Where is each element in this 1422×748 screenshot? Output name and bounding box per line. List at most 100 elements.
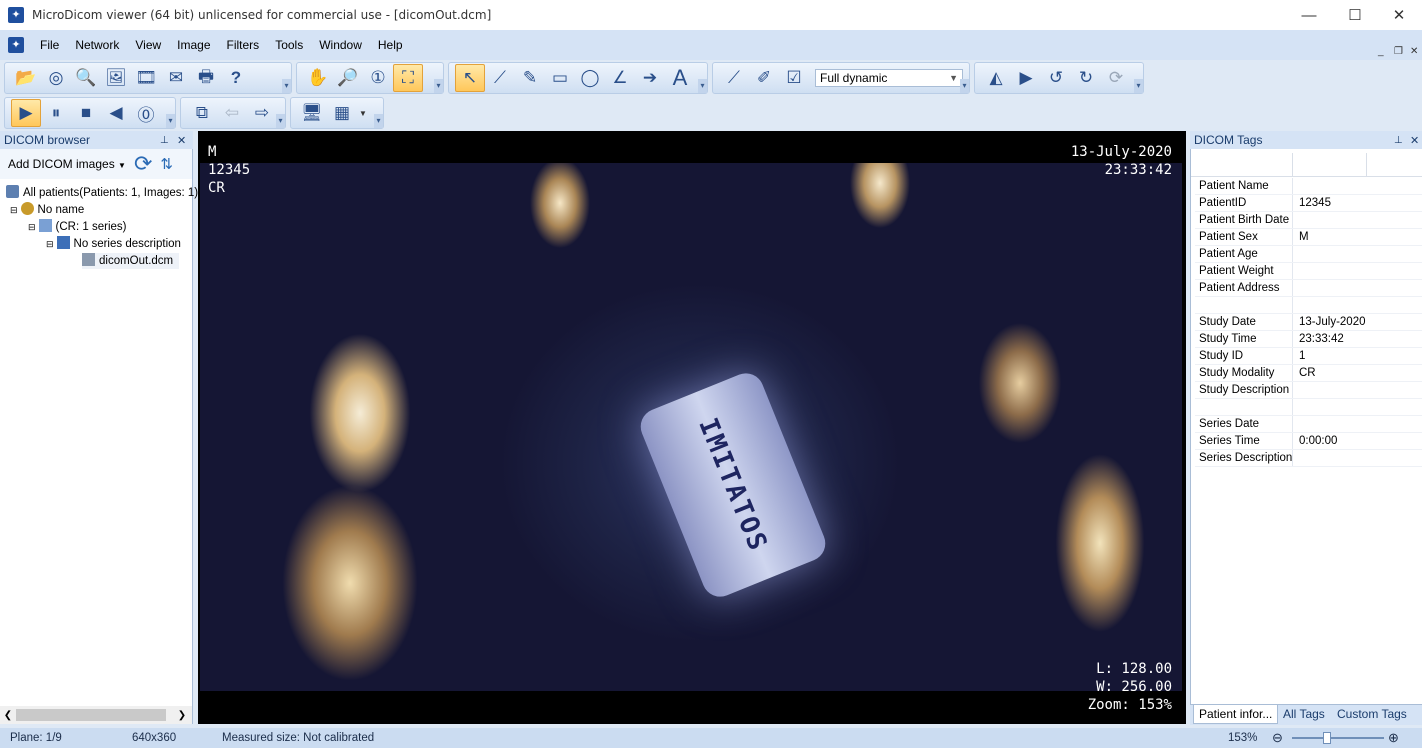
tag-row[interactable]: Study Time 23:33:42: [1195, 331, 1422, 348]
pin-icon[interactable]: ⊥: [160, 135, 169, 146]
collapse-icon[interactable]: ⊟: [10, 205, 18, 215]
window-level-select[interactable]: Full dynamic ▼: [815, 69, 963, 87]
panel-close-icon[interactable]: ✕: [177, 134, 186, 147]
layout-grid-icon[interactable]: ▦: [327, 99, 357, 127]
tag-row[interactable]: Patient Address: [1195, 280, 1422, 297]
monitor-icon[interactable]: 🖥: [297, 99, 327, 127]
zoom-actual-icon[interactable]: ①: [363, 64, 393, 92]
cd-icon[interactable]: ◎: [41, 64, 71, 92]
zoom-out-icon[interactable]: ⊖: [1272, 728, 1283, 748]
tag-row[interactable]: PatientID 12345: [1195, 195, 1422, 212]
menu-help[interactable]: Help: [370, 38, 411, 52]
minimize-button[interactable]: —: [1286, 0, 1332, 30]
rotate-right-icon[interactable]: ↻: [1071, 64, 1101, 92]
tag-row[interactable]: Patient Age: [1195, 246, 1422, 263]
tag-row[interactable]: Series Date: [1195, 416, 1422, 433]
stop-icon[interactable]: ■: [71, 99, 101, 127]
ellipse-icon[interactable]: ◯: [575, 64, 605, 92]
zoom-icon[interactable]: 🔎: [333, 64, 363, 92]
tag-row[interactable]: Study Description: [1195, 382, 1422, 399]
text-icon[interactable]: A: [665, 64, 695, 92]
toolbar-overflow-icon[interactable]: ▾: [276, 114, 285, 128]
sort-icon[interactable]: ⇅: [160, 155, 173, 173]
toolbar-overflow-icon[interactable]: ▾: [374, 114, 383, 128]
collapse-icon[interactable]: ⊟: [46, 239, 54, 249]
menu-tools[interactable]: Tools: [267, 38, 311, 52]
menu-view[interactable]: View: [127, 38, 169, 52]
toolbar-overflow-icon[interactable]: ▾: [1134, 79, 1143, 93]
tag-row[interactable]: Patient Name: [1195, 178, 1422, 195]
toolbar-overflow-icon[interactable]: ▾: [166, 114, 175, 128]
tags-column-value[interactable]: [1293, 153, 1367, 176]
collapse-icon[interactable]: ⊟: [28, 222, 36, 232]
tree-patient[interactable]: ⊟ No name: [10, 202, 84, 218]
mdi-restore-button[interactable]: ❐: [1394, 46, 1403, 57]
image-viewer[interactable]: IMITATOS M 12345 CR 13-July-2020 23:33:4…: [198, 131, 1186, 724]
tag-row[interactable]: Study Modality CR: [1195, 365, 1422, 382]
next-image-icon[interactable]: ⇨: [247, 99, 277, 127]
pan-hand-icon[interactable]: ✋: [303, 64, 333, 92]
tree-all-patients[interactable]: All patients(Patients: 1, Images: 1): [6, 185, 198, 201]
maximize-button[interactable]: ☐: [1332, 0, 1378, 30]
zoom-in-icon[interactable]: ⊕: [1388, 728, 1399, 748]
tag-row[interactable]: Series Description: [1195, 450, 1422, 467]
tree-image-file[interactable]: dicomOut.dcm: [82, 253, 180, 269]
dicom-image[interactable]: IMITATOS: [200, 163, 1182, 691]
select-arrow-icon[interactable]: ↖: [455, 64, 485, 92]
rectangle-icon[interactable]: ▭: [545, 64, 575, 92]
pen-draw-icon[interactable]: ✎: [515, 64, 545, 92]
play-reverse-icon[interactable]: ◀: [101, 99, 131, 127]
flip-vertical-icon[interactable]: ▶: [1011, 64, 1041, 92]
print-icon[interactable]: 🖶: [191, 64, 221, 92]
tab-custom-tags[interactable]: Custom Tags: [1332, 705, 1412, 724]
mdi-minimize-button[interactable]: _: [1378, 46, 1384, 57]
layout-dropdown-icon[interactable]: ▼: [359, 109, 367, 118]
horizontal-scrollbar[interactable]: ❮ ❯: [0, 706, 192, 724]
tree-study[interactable]: ⊟ (CR: 1 series): [28, 219, 126, 235]
tab-all-tags[interactable]: All Tags: [1278, 705, 1330, 724]
scroll-right-icon[interactable]: ❯: [174, 710, 190, 721]
menu-window[interactable]: Window: [311, 38, 370, 52]
scroll-left-icon[interactable]: ❮: [0, 710, 16, 721]
email-icon[interactable]: ✉: [161, 64, 191, 92]
add-dicom-images-button[interactable]: Add DICOM images ▼: [0, 157, 126, 171]
menu-file[interactable]: File: [32, 38, 67, 52]
tree-series[interactable]: ⊟ No series description: [46, 236, 181, 252]
toolbar-overflow-icon[interactable]: ▾: [960, 79, 969, 93]
flip-horizontal-icon[interactable]: ◭: [981, 64, 1011, 92]
panel-close-icon[interactable]: ✕: [1410, 134, 1419, 147]
angle-icon[interactable]: ∠: [605, 64, 635, 92]
line-measure-icon[interactable]: ⟋: [485, 64, 515, 92]
scrollbar-thumb[interactable]: [16, 709, 166, 721]
edit-list-icon[interactable]: ☑: [779, 64, 809, 92]
toolbar-overflow-icon[interactable]: ▾: [282, 79, 291, 93]
help-icon[interactable]: ?: [221, 64, 251, 92]
tag-row[interactable]: [1195, 399, 1422, 416]
tags-column-key[interactable]: [1191, 153, 1293, 176]
arrow-icon[interactable]: ➔: [635, 64, 665, 92]
menu-network[interactable]: Network: [67, 38, 127, 52]
toolbar-overflow-icon[interactable]: ▾: [434, 79, 443, 93]
reset-rotation-icon[interactable]: ⟳: [1101, 64, 1131, 92]
tag-row[interactable]: Study Date 13-July-2020: [1195, 314, 1422, 331]
tag-row[interactable]: Study ID 1: [1195, 348, 1422, 365]
previous-image-icon[interactable]: ⇦: [217, 99, 247, 127]
mdi-close-button[interactable]: ✕: [1410, 46, 1418, 57]
tag-row[interactable]: Patient Sex M: [1195, 229, 1422, 246]
toolbar-overflow-icon[interactable]: ▾: [698, 79, 707, 93]
fit-to-window-icon[interactable]: ⛶: [393, 64, 423, 92]
open-folder-icon[interactable]: 📂: [11, 64, 41, 92]
tag-row[interactable]: Patient Weight: [1195, 263, 1422, 280]
copy-images-icon[interactable]: ⧉: [187, 99, 217, 127]
zoom-slider-thumb[interactable]: [1323, 732, 1331, 744]
pause-icon[interactable]: ⏸: [41, 99, 71, 127]
document-icon[interactable]: ✦: [8, 37, 24, 53]
zoom-slider-track[interactable]: [1292, 737, 1384, 739]
export-image-icon[interactable]: 🖼: [101, 64, 131, 92]
loop-icon[interactable]: ⓪: [131, 99, 161, 127]
tag-row[interactable]: Series Time 0:00:00: [1195, 433, 1422, 450]
rotate-left-icon[interactable]: ↺: [1041, 64, 1071, 92]
tag-row[interactable]: [1195, 297, 1422, 314]
curve-icon[interactable]: ⟋: [719, 64, 749, 92]
menu-image[interactable]: Image: [169, 38, 218, 52]
